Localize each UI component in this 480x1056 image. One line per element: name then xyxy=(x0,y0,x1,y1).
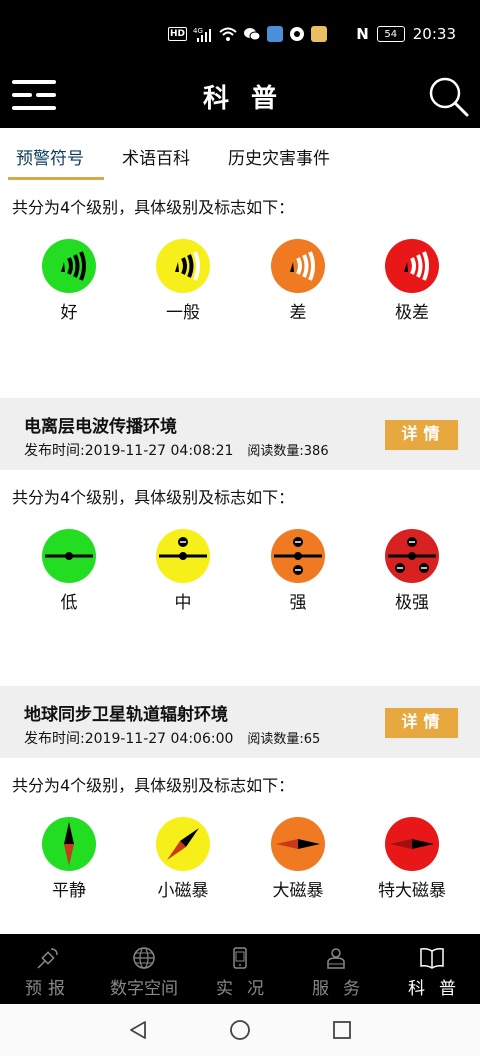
back-icon[interactable] xyxy=(128,1020,148,1040)
signal-waves-icon xyxy=(156,239,210,293)
wechat-icon xyxy=(243,26,261,42)
wifi-icon xyxy=(219,26,237,42)
signal-4g-icon: 4G xyxy=(193,26,213,42)
article-title: 电离层电波传播环境 xyxy=(24,417,177,437)
tab-historical-disasters[interactable]: 历史灾害事件 xyxy=(228,144,330,169)
status-icons-left: HD 4G xyxy=(168,26,328,42)
level-label: 平静 xyxy=(52,881,86,901)
service-icon xyxy=(327,948,345,969)
battery-icon: 54 xyxy=(376,26,405,42)
level-item[interactable]: 平静 xyxy=(14,816,124,901)
phone-icon xyxy=(233,947,247,969)
section-description: 共分为4个级别，具体级别及标志如下： xyxy=(12,488,295,507)
level-label: 中 xyxy=(174,593,192,613)
search-icon[interactable] xyxy=(428,76,470,118)
level-item[interactable]: 极强 xyxy=(357,528,467,613)
publish-time: 发布时间:2019-11-27 04:06:00 xyxy=(24,731,234,747)
nav-live[interactable]: 实况 xyxy=(192,934,288,1004)
mail-icon xyxy=(267,26,284,42)
read-count: 阅读数量:65 xyxy=(247,732,321,747)
level-label: 极差 xyxy=(395,303,429,323)
globe-icon xyxy=(133,947,155,969)
nav-service[interactable]: 服务 xyxy=(288,934,384,1004)
level-item[interactable]: 好 xyxy=(14,238,124,323)
article-card[interactable]: 地球同步卫星轨道辐射环境 发布时间:2019-11-27 04:06:00 阅读数… xyxy=(0,686,480,758)
level-label: 差 xyxy=(289,303,307,323)
article-card[interactable]: 电离层电波传播环境 发布时间:2019-11-27 04:08:21 阅读数量:3… xyxy=(0,398,480,470)
status-bar: HD 4G N 54 20:33 xyxy=(0,0,480,70)
status-icons-right: N 54 20:33 xyxy=(356,25,456,43)
system-navigation-bar xyxy=(0,1004,480,1056)
level-item[interactable]: 中 xyxy=(128,528,238,613)
notification-icon xyxy=(289,26,305,42)
nav-science[interactable]: 科普 xyxy=(384,934,480,1004)
tab-terminology[interactable]: 术语百科 xyxy=(122,144,190,169)
nav-digital-space[interactable]: 数字空间 xyxy=(96,934,192,1004)
level-item[interactable]: 小磁暴 xyxy=(128,816,238,901)
level-label: 一般 xyxy=(166,303,200,323)
compass-needle-icon xyxy=(156,817,210,871)
page-title: 科普 xyxy=(202,84,299,114)
level-item[interactable]: 特大磁暴 xyxy=(357,816,467,901)
level-item[interactable]: 极差 xyxy=(357,238,467,323)
tab-warning-symbols[interactable]: 预警符号 xyxy=(16,144,84,169)
nav-label: 实况 xyxy=(216,979,278,999)
hd-icon: HD xyxy=(168,27,188,41)
read-count: 阅读数量:386 xyxy=(247,444,329,459)
ionosphere-level-icon xyxy=(156,529,210,583)
level-label: 好 xyxy=(60,303,78,323)
satellite-icon xyxy=(37,948,58,969)
active-tab-indicator xyxy=(8,177,104,180)
article-meta: 发布时间:2019-11-27 04:06:00 阅读数量:65 xyxy=(24,728,320,748)
nav-label: 科普 xyxy=(408,979,470,999)
level-item[interactable]: 强 xyxy=(243,528,353,613)
book-icon xyxy=(420,948,444,969)
compass-needle-icon xyxy=(385,817,439,871)
article-meta: 发布时间:2019-11-27 04:08:21 阅读数量:386 xyxy=(24,440,329,460)
level-item[interactable]: 一般 xyxy=(128,238,238,323)
ionosphere-level-icon xyxy=(385,529,439,583)
network-type-text: 4G xyxy=(193,27,203,35)
compass-needle-icon xyxy=(42,817,96,871)
level-item[interactable]: 差 xyxy=(243,238,353,323)
nav-label: 预报 xyxy=(25,979,71,999)
publish-time: 发布时间:2019-11-27 04:08:21 xyxy=(24,443,234,459)
app-header: 科普 xyxy=(0,70,480,128)
level-item[interactable]: 大磁暴 xyxy=(243,816,353,901)
level-item[interactable]: 低 xyxy=(14,528,124,613)
signal-waves-icon xyxy=(42,239,96,293)
clock: 20:33 xyxy=(412,25,456,43)
ionosphere-level-icon xyxy=(271,529,325,583)
level-label: 低 xyxy=(60,593,78,613)
app-icon xyxy=(311,26,328,42)
signal-waves-icon xyxy=(385,239,439,293)
level-label: 大磁暴 xyxy=(272,881,324,901)
nav-label: 数字空间 xyxy=(110,979,178,999)
detail-button[interactable]: 详情 xyxy=(385,420,458,450)
recents-icon[interactable] xyxy=(332,1020,352,1040)
level-label: 强 xyxy=(289,593,307,613)
tab-bar: 预警符号 术语百科 历史灾害事件 xyxy=(0,128,480,180)
nav-label: 服务 xyxy=(312,979,374,999)
nav-forecast[interactable]: 预报 xyxy=(0,934,96,1004)
level-label: 小磁暴 xyxy=(157,881,209,901)
section-description: 共分为4个级别，具体级别及标志如下： xyxy=(12,198,295,217)
ionosphere-level-icon xyxy=(42,529,96,583)
home-icon[interactable] xyxy=(229,1019,251,1041)
detail-button[interactable]: 详情 xyxy=(385,708,458,738)
signal-waves-icon xyxy=(271,239,325,293)
nfc-icon: N xyxy=(356,25,369,43)
compass-needle-icon xyxy=(271,817,325,871)
article-title: 地球同步卫星轨道辐射环境 xyxy=(24,705,228,725)
level-label: 特大磁暴 xyxy=(378,881,446,901)
bottom-navigation: 预报 数字空间 实况 服务 科普 xyxy=(0,934,480,1004)
section-description: 共分为4个级别，具体级别及标志如下： xyxy=(12,776,295,795)
level-label: 极强 xyxy=(395,593,429,613)
